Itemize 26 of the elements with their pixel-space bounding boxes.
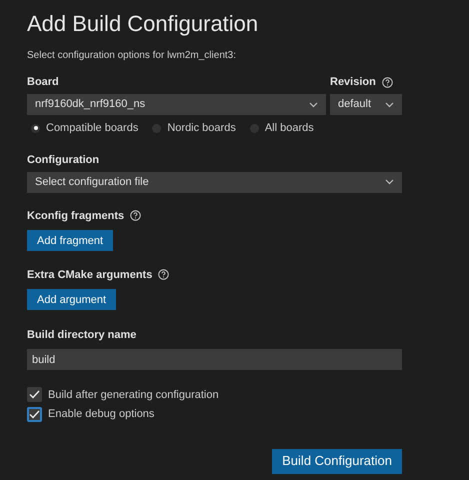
field-label: Revision [330,75,376,89]
help-icon [158,269,170,280]
subtitle: Select configuration options for lwm2m_client3: [27,49,237,63]
board-filter-radio[interactable]: Compatible boards [31,120,138,136]
option-checkbox[interactable]: Build after generating configuration [27,386,219,403]
add-fragment-button[interactable]: Add fragment [27,230,114,252]
help-icon [130,210,142,221]
chevron-down-icon [309,102,318,108]
board-filter-radio[interactable]: Nordic boards [152,120,236,136]
chevron-down-icon [385,179,394,185]
revision-select[interactable]: default [330,94,402,115]
field-label: Board [27,75,59,89]
build-configuration-button[interactable]: Build Configuration [272,448,402,474]
page-title: Add Build Configuration [27,10,260,38]
option-checkbox[interactable]: Enable debug options [27,406,154,422]
chevron-down-icon [385,102,394,108]
build-directory-field[interactable]: build [27,349,402,370]
board-select[interactable]: nrf9160dk_nrf9160_ns [27,94,326,115]
board-filter-radio[interactable]: All boards [250,120,314,136]
field-label: Build directory name [27,328,136,342]
add-argument-button[interactable]: Add argument [27,289,116,310]
field-label: Extra CMake arguments [27,268,152,282]
configuration-select[interactable]: Select configuration file [27,172,402,192]
field-label: Configuration [27,152,100,166]
field-label: Kconfig fragments [27,208,124,222]
help-icon [382,76,393,88]
